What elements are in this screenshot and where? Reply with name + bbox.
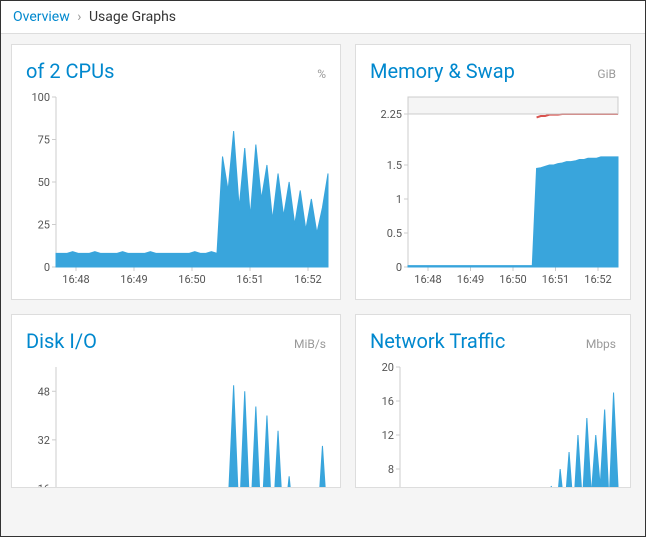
cpu-unit: % xyxy=(317,67,326,81)
svg-text:0.5: 0.5 xyxy=(387,227,402,240)
svg-text:16:51: 16:51 xyxy=(542,273,569,286)
network-card: Network Traffic Mbps 4812162016:4816:491… xyxy=(355,314,631,488)
svg-text:16:49: 16:49 xyxy=(457,273,484,286)
svg-text:16:49: 16:49 xyxy=(120,273,147,286)
disk-unit: MiB/s xyxy=(294,337,326,351)
memory-chart[interactable]: 0 0.5 1 1.5 2.25 16:48 16:49 16:50 16:51 16:52 xyxy=(370,91,616,291)
svg-text:16: 16 xyxy=(38,482,50,488)
svg-text:0: 0 xyxy=(396,261,402,274)
svg-text:16: 16 xyxy=(382,395,394,408)
svg-text:16:50: 16:50 xyxy=(178,273,205,286)
svg-text:75: 75 xyxy=(38,134,50,147)
svg-text:0: 0 xyxy=(44,261,50,274)
memory-title: Memory & Swap xyxy=(370,59,515,83)
network-chart[interactable]: 4812162016:4816:4916:5016:5116:52 xyxy=(370,361,616,488)
disk-title: Disk I/O xyxy=(26,329,97,353)
svg-text:8: 8 xyxy=(388,463,394,476)
svg-text:16:52: 16:52 xyxy=(294,273,321,286)
svg-text:20: 20 xyxy=(382,361,394,374)
svg-text:16:50: 16:50 xyxy=(499,273,526,286)
svg-text:100: 100 xyxy=(31,91,50,104)
chevron-right-icon: › xyxy=(77,9,81,25)
svg-text:16:51: 16:51 xyxy=(236,273,263,286)
svg-text:32: 32 xyxy=(38,434,50,447)
svg-text:50: 50 xyxy=(38,176,50,189)
svg-text:16:52: 16:52 xyxy=(584,273,611,286)
svg-text:48: 48 xyxy=(38,385,50,398)
breadcrumb: Overview › Usage Graphs xyxy=(1,1,645,34)
network-title: Network Traffic xyxy=(370,329,505,353)
svg-text:16:48: 16:48 xyxy=(62,273,89,286)
svg-text:2.25: 2.25 xyxy=(381,108,402,121)
cpu-title: of 2 CPUs xyxy=(26,59,114,83)
memory-card: Memory & Swap GiB 0 0.5 1 1.5 2.25 16:48 16:49… xyxy=(355,44,631,300)
network-unit: Mbps xyxy=(586,337,616,351)
cpu-chart[interactable]: 0 25 50 75 100 16:48 16:49 16:50 16:51 16:52 xyxy=(26,91,326,291)
breadcrumb-overview-link[interactable]: Overview xyxy=(13,9,70,25)
svg-text:25: 25 xyxy=(38,219,50,232)
svg-text:1: 1 xyxy=(396,193,402,206)
charts-grid: of 2 CPUs % 0 25 50 75 100 16:48 16:49 16:50 16:… xyxy=(1,34,645,498)
memory-unit: GiB xyxy=(597,67,616,81)
disk-card: Disk I/O MiB/s 16324816:4816:4916:5016:5… xyxy=(11,314,341,488)
svg-text:1.5: 1.5 xyxy=(387,159,402,172)
cpu-card: of 2 CPUs % 0 25 50 75 100 16:48 16:49 16:50 16:… xyxy=(11,44,341,300)
svg-text:16:48: 16:48 xyxy=(414,273,441,286)
disk-chart[interactable]: 16324816:4816:4916:5016:5116:52 xyxy=(26,361,326,488)
svg-text:12: 12 xyxy=(382,429,394,442)
breadcrumb-current: Usage Graphs xyxy=(89,9,176,25)
